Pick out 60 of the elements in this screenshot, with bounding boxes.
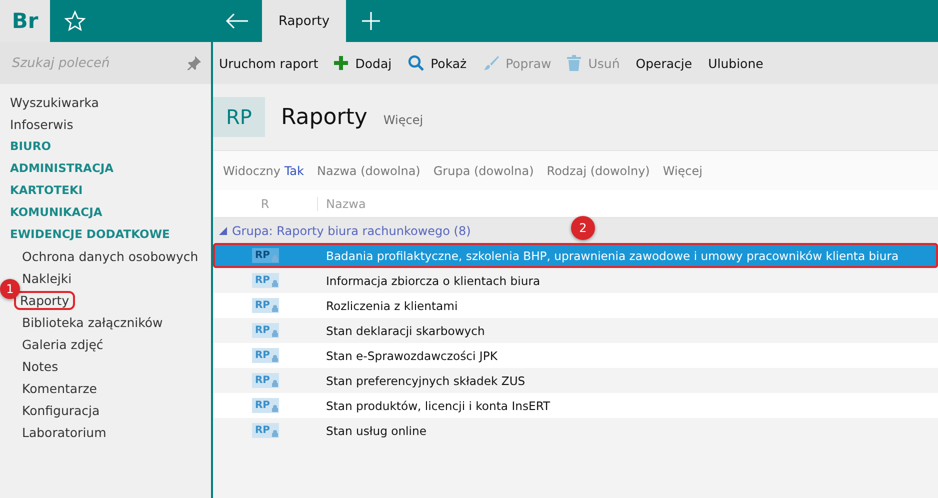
filter-item[interactable]: Grupa (dowolna)	[433, 164, 534, 178]
sidebar-item[interactable]: Ochrona danych osobowych	[22, 248, 198, 264]
group-label: Grupa: Raporty biura rachunkowego (8)	[232, 224, 471, 238]
sidebar-item[interactable]: Galeria zdjęć	[22, 336, 104, 352]
toolbar-button[interactable]: Ulubione	[708, 56, 764, 70]
sidebar-item[interactable]: Konfiguracja	[22, 402, 100, 418]
table-row[interactable]: RP Stan deklaracji skarbowych	[213, 318, 938, 343]
report-icon: RP	[252, 298, 280, 313]
sidebar-section[interactable]: EWIDENCJE DODATKOWE	[10, 227, 170, 241]
toolbar-button[interactable]: Pokaż	[408, 55, 467, 71]
sidebar-item[interactable]: Notes	[22, 358, 58, 374]
sidebar-item[interactable]: Biblioteka załączników	[22, 314, 163, 330]
table-cell-text: Stan produktów, licencji i konta InsERT	[325, 398, 550, 412]
table-row[interactable]: RP Stan usług online	[213, 418, 938, 443]
trash-icon	[567, 55, 582, 71]
callout-marker: 1	[0, 279, 20, 299]
search-field[interactable]: Szukaj poleceń	[0, 42, 211, 84]
sidebar-item[interactable]: Naklejki	[22, 270, 72, 286]
toolbar-button[interactable]: Dodaj	[334, 56, 392, 70]
brush-icon	[482, 55, 499, 71]
report-icon: RP	[252, 423, 280, 438]
table-cell-text: Stan deklaracji skarbowych	[325, 324, 485, 338]
sidebar-section[interactable]: BIURO	[10, 139, 52, 153]
sidebar-section[interactable]: KOMUNIKACJA	[10, 205, 102, 219]
filter-item[interactable]: Rodzaj (dowolny)	[546, 164, 650, 178]
sidebar-item[interactable]: Wyszukiwarka	[10, 94, 99, 110]
report-icon: RP	[252, 273, 280, 288]
table-row[interactable]: RP Stan preferencyjnych składek ZUS	[213, 368, 938, 393]
table-cell-text: Badania profilaktyczne, szkolenia BHP, uprawnienia zawodowe i umowy pracowników klienta biura	[325, 248, 899, 262]
search-icon	[408, 55, 424, 71]
tab[interactable]: Raporty	[262, 0, 346, 42]
search-input[interactable]: Szukaj poleceń	[10, 54, 160, 72]
plus-icon	[334, 56, 348, 70]
more-link[interactable]: Więcej	[383, 113, 424, 127]
module-badge: RP	[213, 97, 265, 137]
table-cell-text: Informacja zbiorcza o klientach biura	[325, 274, 540, 288]
page-title: Raporty	[281, 104, 368, 130]
pin-icon[interactable]	[187, 56, 201, 70]
toolbar-button[interactable]: Operacje	[636, 56, 692, 70]
sidebar-section[interactable]: KARTOTEKI	[10, 183, 83, 197]
table-cell-text: Stan usług online	[325, 424, 426, 438]
sidebar-item[interactable]: Laboratorium	[22, 424, 106, 440]
toolbar-button[interactable]: Uruchom raport	[219, 56, 318, 70]
filter-item[interactable]: Nazwa (dowolna)	[316, 164, 420, 178]
sidebar-section[interactable]: ADMINISTRACJA	[10, 161, 114, 175]
report-icon: RP	[252, 373, 280, 388]
filter-item[interactable]: Widoczny Tak	[223, 164, 304, 178]
report-icon: RP	[252, 348, 280, 363]
app-logo[interactable]: Br	[0, 0, 50, 42]
sidebar-item[interactable]: Infoserwis	[10, 116, 74, 132]
filter-item[interactable]: Więcej	[662, 164, 702, 178]
table-row[interactable]: RP Informacja zbiorcza o klientach biura	[213, 268, 938, 293]
expand-icon[interactable]	[219, 226, 227, 234]
table-cell-text: Rozliczenia z klientami	[325, 298, 458, 312]
report-icon: RP	[252, 323, 280, 338]
report-icon: RP	[252, 398, 280, 413]
report-icon: RP	[252, 248, 280, 263]
table-cell-text: Stan preferencyjnych składek ZUS	[325, 374, 526, 388]
table-cell-text: Stan e-Sprawozdawczości JPK	[325, 348, 498, 362]
sidebar-item[interactable]: Komentarze	[22, 380, 97, 396]
